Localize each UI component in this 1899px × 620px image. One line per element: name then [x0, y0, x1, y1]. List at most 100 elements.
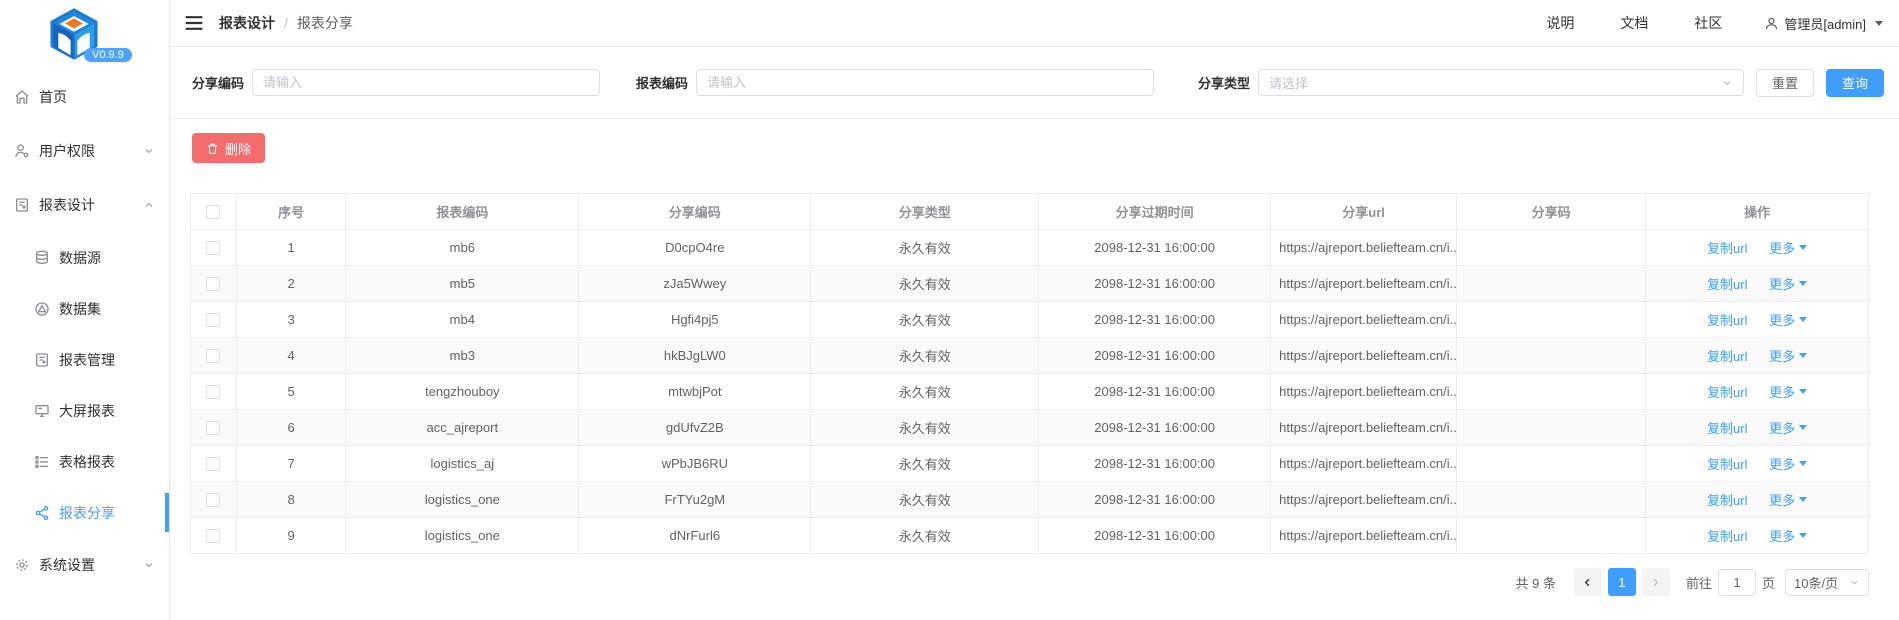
help-link[interactable]: 说明: [1546, 13, 1574, 33]
delete-button[interactable]: 删除: [192, 133, 265, 163]
copy-url-link[interactable]: 复制url: [1707, 457, 1747, 472]
row-checkbox[interactable]: [206, 529, 220, 543]
table-row: 3 mb4 Hgfi4pj5 永久有效 2098-12-31 16:00:00 …: [191, 302, 1869, 338]
cell-operations: 复制url 更多: [1646, 446, 1869, 482]
cell-expire-time: 2098-12-31 16:00:00: [1039, 338, 1271, 374]
copy-url-link[interactable]: 复制url: [1707, 493, 1747, 508]
table-row: 8 logistics_one FrTYu2gM 永久有效 2098-12-31…: [191, 482, 1869, 518]
row-checkbox[interactable]: [206, 349, 220, 363]
cell-operations: 复制url 更多: [1646, 266, 1869, 302]
breadcrumb-section[interactable]: 报表设计: [219, 13, 275, 33]
cell-report-code: tengzhouboy: [346, 374, 579, 410]
copy-url-link[interactable]: 复制url: [1707, 277, 1747, 292]
row-checkbox[interactable]: [206, 421, 220, 435]
topbar: 报表设计 / 报表分享 说明 文档 社区 管理员[admin]: [170, 0, 1899, 47]
share-type-select[interactable]: 请选择: [1258, 69, 1744, 96]
more-link[interactable]: 更多: [1769, 418, 1807, 437]
breadcrumb-separator: /: [284, 15, 288, 31]
cell-index: 7: [236, 446, 345, 482]
cell-report-code: logistics_aj: [346, 446, 579, 482]
sidebar-item-label: 大屏报表: [59, 401, 115, 421]
sidebar-item-label: 报表管理: [59, 350, 115, 370]
more-link[interactable]: 更多: [1769, 346, 1807, 365]
copy-url-link[interactable]: 复制url: [1707, 421, 1747, 436]
sidebar-item-report-share[interactable]: 报表分享: [0, 487, 169, 538]
sidebar-item-label: 报表分享: [59, 503, 115, 523]
sidebar-item-report-manage[interactable]: 报表管理: [0, 334, 169, 385]
cell-share-url: https://ajreport.beliefteam.cn/i...: [1271, 518, 1457, 554]
prev-page-button[interactable]: [1574, 568, 1602, 596]
more-caret-icon: [1799, 461, 1807, 466]
row-checkbox[interactable]: [206, 493, 220, 507]
copy-url-link[interactable]: 复制url: [1707, 313, 1747, 328]
more-link[interactable]: 更多: [1769, 382, 1807, 401]
sidebar-item-label: 数据集: [59, 299, 101, 319]
total-count: 共 9 条: [1516, 573, 1556, 592]
version-badge: V0.9.9: [84, 48, 132, 62]
hamburger-menu-icon[interactable]: [184, 14, 204, 32]
sidebar-item-home[interactable]: 首页: [0, 70, 169, 124]
more-link[interactable]: 更多: [1769, 454, 1807, 473]
cell-expire-time: 2098-12-31 16:00:00: [1039, 266, 1271, 302]
cell-share-type: 永久有效: [811, 338, 1039, 374]
cell-index: 3: [236, 302, 345, 338]
user-menu[interactable]: 管理员[admin]: [1764, 14, 1883, 33]
community-link[interactable]: 社区: [1694, 13, 1722, 33]
goto-page-input[interactable]: [1718, 569, 1756, 596]
cell-share-code: gdUfvZ2B: [579, 410, 811, 446]
table-row: 5 tengzhouboy mtwbjPot 永久有效 2098-12-31 1…: [191, 374, 1869, 410]
select-all-checkbox[interactable]: [206, 205, 220, 219]
more-caret-icon: [1799, 425, 1807, 430]
row-checkbox[interactable]: [206, 457, 220, 471]
next-page-button[interactable]: [1642, 568, 1670, 596]
more-link[interactable]: 更多: [1769, 310, 1807, 329]
cell-index: 9: [236, 518, 345, 554]
col-header-ops: 操作: [1646, 194, 1869, 230]
sidebar-item-user-permission[interactable]: 用户权限: [0, 124, 169, 178]
share-code-label: 分享编码: [192, 73, 244, 92]
row-checkbox[interactable]: [206, 241, 220, 255]
more-link[interactable]: 更多: [1769, 526, 1807, 545]
chevron-down-icon: [143, 145, 155, 157]
filter-bar: 分享编码 报表编码 分享类型 请选择 重置 查询: [170, 47, 1899, 119]
sidebar-item-big-screen[interactable]: 大屏报表: [0, 385, 169, 436]
copy-url-link[interactable]: 复制url: [1707, 241, 1747, 256]
share-table: 序号 报表编码 分享编码 分享类型 分享过期时间 分享url 分享码 操作 1 …: [190, 193, 1869, 554]
report-code-input[interactable]: [696, 69, 1154, 96]
cell-share-url: https://ajreport.beliefteam.cn/i...: [1271, 266, 1457, 302]
database-icon: [34, 250, 50, 266]
delete-button-label: 删除: [225, 139, 251, 158]
share-code-input[interactable]: [252, 69, 600, 96]
cell-share-url: https://ajreport.beliefteam.cn/i...: [1271, 302, 1457, 338]
cell-report-code: logistics_one: [346, 482, 579, 518]
sidebar-item-dataset[interactable]: 数据集: [0, 283, 169, 334]
report-manage-icon: [34, 352, 50, 368]
sidebar-item-grid-report[interactable]: 表格报表: [0, 436, 169, 487]
page-size-chevron-icon: [1849, 577, 1860, 588]
docs-link[interactable]: 文档: [1620, 13, 1648, 33]
copy-url-link[interactable]: 复制url: [1707, 529, 1747, 544]
cell-report-code: logistics_one: [346, 518, 579, 554]
sidebar-item-report-design[interactable]: 报表设计: [0, 178, 169, 232]
row-checkbox[interactable]: [206, 277, 220, 291]
page-number-button[interactable]: 1: [1608, 568, 1636, 596]
row-checkbox[interactable]: [206, 385, 220, 399]
search-button[interactable]: 查询: [1826, 69, 1884, 97]
reset-button[interactable]: 重置: [1756, 69, 1814, 97]
copy-url-link[interactable]: 复制url: [1707, 349, 1747, 364]
more-link[interactable]: 更多: [1769, 238, 1807, 257]
row-checkbox[interactable]: [206, 313, 220, 327]
more-caret-icon: [1799, 281, 1807, 286]
page-size-select[interactable]: 10条/页: [1785, 569, 1869, 596]
cell-share-url: https://ajreport.beliefteam.cn/i...: [1271, 410, 1457, 446]
cell-report-code: mb4: [346, 302, 579, 338]
sidebar-item-system-setting[interactable]: 系统设置: [0, 538, 169, 592]
table-row: 6 acc_ajreport gdUfvZ2B 永久有效 2098-12-31 …: [191, 410, 1869, 446]
more-link[interactable]: 更多: [1769, 274, 1807, 293]
sidebar-item-datasource[interactable]: 数据源: [0, 232, 169, 283]
more-link[interactable]: 更多: [1769, 490, 1807, 509]
cell-index: 2: [236, 266, 345, 302]
cell-expire-time: 2098-12-31 16:00:00: [1039, 374, 1271, 410]
copy-url-link[interactable]: 复制url: [1707, 385, 1747, 400]
cell-share-url: https://ajreport.beliefteam.cn/i...: [1271, 446, 1457, 482]
